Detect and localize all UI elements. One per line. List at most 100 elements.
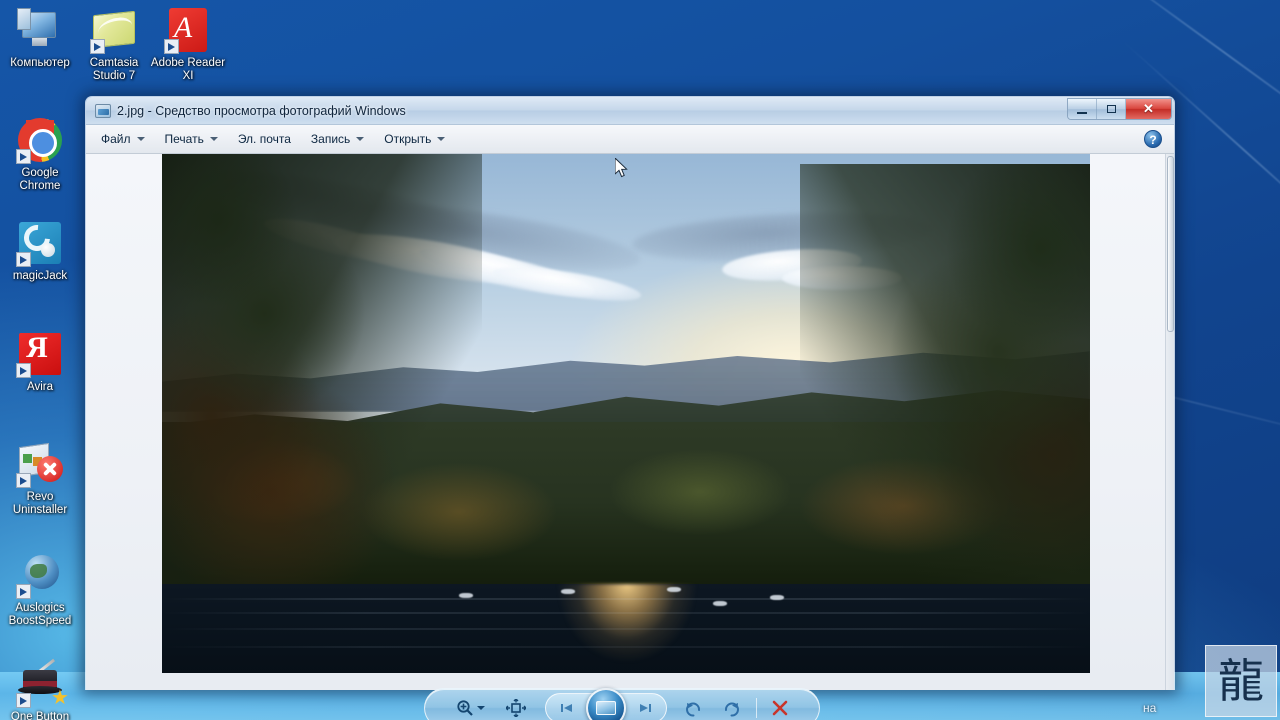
chevron-down-icon (477, 706, 485, 710)
menu-bar[interactable]: Файл Печать Эл. почта Запись Открыть ? (86, 125, 1174, 154)
photo-water-ripple (162, 612, 1090, 614)
desktop-icon-computer[interactable]: Компьютер (2, 6, 78, 70)
menu-item-label: Запись (310, 132, 351, 146)
desktop-icon-label: Avira (27, 381, 53, 393)
zoom-button[interactable] (449, 695, 493, 720)
help-button[interactable]: ? (1144, 130, 1162, 148)
shortcut-overlay-icon (16, 584, 31, 599)
photo-image[interactable] (162, 154, 1090, 673)
window-controls[interactable]: ✕ (1067, 98, 1172, 120)
chevron-down-icon (356, 137, 365, 141)
previous-icon (560, 704, 572, 712)
previous-image-button[interactable] (546, 701, 588, 715)
shortcut-overlay-icon (164, 39, 179, 54)
photo-viewer-app-icon (95, 103, 111, 118)
photo-right-hillside (800, 164, 1090, 634)
auslogics-icon (16, 551, 64, 599)
magicjack-icon (16, 219, 64, 267)
minimize-button[interactable] (1068, 99, 1097, 119)
menu-item-label: Эл. почта (237, 132, 291, 146)
photo-boat (713, 601, 727, 606)
desktop-icon-label: Компьютер (10, 57, 70, 69)
dragon-icon: 龍 (1218, 655, 1264, 707)
photo-water-ripple (162, 646, 1090, 648)
desktop-icon-auslogics-boostspeed[interactable]: Auslogics BoostSpeed (2, 551, 78, 627)
camtasia-icon (90, 6, 138, 54)
viewer-control-bar[interactable] (424, 688, 820, 720)
photo-boat (561, 589, 575, 594)
photo-boat (770, 595, 784, 600)
desktop-icon-label: Revo Uninstaller (12, 491, 68, 516)
rotate-counterclockwise-button[interactable] (677, 695, 711, 720)
desktop-icon-revo-uninstaller[interactable]: Revo Uninstaller (2, 440, 78, 516)
dragon-gadget[interactable]: 龍 (1205, 645, 1277, 717)
window-title: 2.jpg - Средство просмотра фотографий Wi… (117, 103, 406, 118)
desktop-icon-label: Camtasia Studio 7 (89, 57, 139, 82)
desktop[interactable]: Компьютер Camtasia Studio 7 A Adobe Read… (0, 0, 1280, 720)
image-canvas[interactable] (86, 154, 1174, 690)
desktop-icon-google-chrome[interactable]: Google Chrome (2, 116, 78, 192)
chevron-down-icon (209, 137, 218, 141)
close-button[interactable]: ✕ (1126, 99, 1171, 119)
delete-button[interactable] (764, 695, 796, 720)
maximize-icon (1106, 105, 1116, 113)
shortcut-overlay-icon (16, 363, 31, 378)
chrome-icon (16, 116, 64, 164)
menu-item-burn[interactable]: Запись (302, 129, 373, 150)
avira-icon: Я (16, 330, 64, 378)
rotate-clockwise-button[interactable] (715, 695, 749, 720)
delete-x-icon (772, 700, 787, 716)
shortcut-overlay-icon (90, 39, 105, 54)
minimize-icon (1077, 111, 1087, 114)
toolbar-divider (755, 698, 757, 718)
mouse-cursor (615, 158, 628, 178)
desktop-icon-label: magicJack (12, 270, 68, 282)
menu-item-label: Файл (101, 132, 131, 146)
rotate-ccw-icon (686, 702, 700, 716)
menu-item-print[interactable]: Печать (156, 129, 227, 150)
shortcut-overlay-icon (16, 473, 31, 488)
menu-item-file[interactable]: Файл (92, 129, 154, 150)
vertical-scrollbar[interactable] (1165, 154, 1174, 690)
photo-viewer-window[interactable]: 2.jpg - Средство просмотра фотографий Wi… (85, 96, 1175, 690)
desktop-icon-camtasia[interactable]: Camtasia Studio 7 (76, 6, 152, 82)
photo-boat (459, 593, 473, 598)
shortcut-overlay-icon (16, 149, 31, 164)
taskbar-partial-label: на (1143, 701, 1157, 715)
desktop-icon-adobe-reader[interactable]: A Adobe Reader XI (150, 6, 226, 82)
slideshow-icon (595, 701, 616, 715)
computer-icon (16, 6, 64, 54)
rotate-cw-icon (725, 702, 739, 716)
menu-item-label: Печать (164, 132, 204, 146)
shortcut-overlay-icon (16, 693, 31, 708)
photo-water-ripple (162, 628, 1090, 630)
next-icon (639, 704, 651, 712)
maximize-button[interactable] (1097, 99, 1126, 119)
desktop-icon-one-button[interactable]: One Button (2, 658, 78, 720)
shortcut-overlay-icon (16, 252, 31, 267)
fit-to-window-icon (505, 699, 526, 717)
adobe-reader-icon: A (164, 6, 212, 54)
desktop-icon-label: Auslogics BoostSpeed (8, 602, 72, 627)
desktop-icon-magicjack[interactable]: magicJack (2, 219, 78, 283)
chevron-down-icon (136, 137, 145, 141)
desktop-icon-label: Adobe Reader XI (150, 57, 226, 82)
revo-uninstaller-icon (16, 440, 64, 488)
photo-boat (667, 587, 681, 592)
menu-item-email[interactable]: Эл. почта (229, 129, 300, 150)
fit-to-window-button[interactable] (497, 695, 535, 720)
menu-item-label: Открыть (384, 132, 432, 146)
magnifier-plus-icon (457, 700, 473, 716)
desktop-icon-avira[interactable]: Я Avira (2, 330, 78, 394)
desktop-icon-label: One Button (10, 711, 70, 720)
navigation-group[interactable] (544, 688, 667, 720)
photo-water-ripple (162, 598, 1090, 600)
next-image-button[interactable] (624, 701, 666, 715)
photo-left-trees (162, 154, 482, 624)
menu-item-open[interactable]: Открыть (375, 129, 454, 150)
title-bar[interactable]: 2.jpg - Средство просмотра фотографий Wi… (86, 97, 1174, 125)
desktop-icon-label: Google Chrome (19, 167, 61, 192)
close-icon: ✕ (1143, 101, 1154, 116)
scrollbar-thumb[interactable] (1167, 156, 1174, 332)
slideshow-button[interactable] (585, 688, 626, 720)
